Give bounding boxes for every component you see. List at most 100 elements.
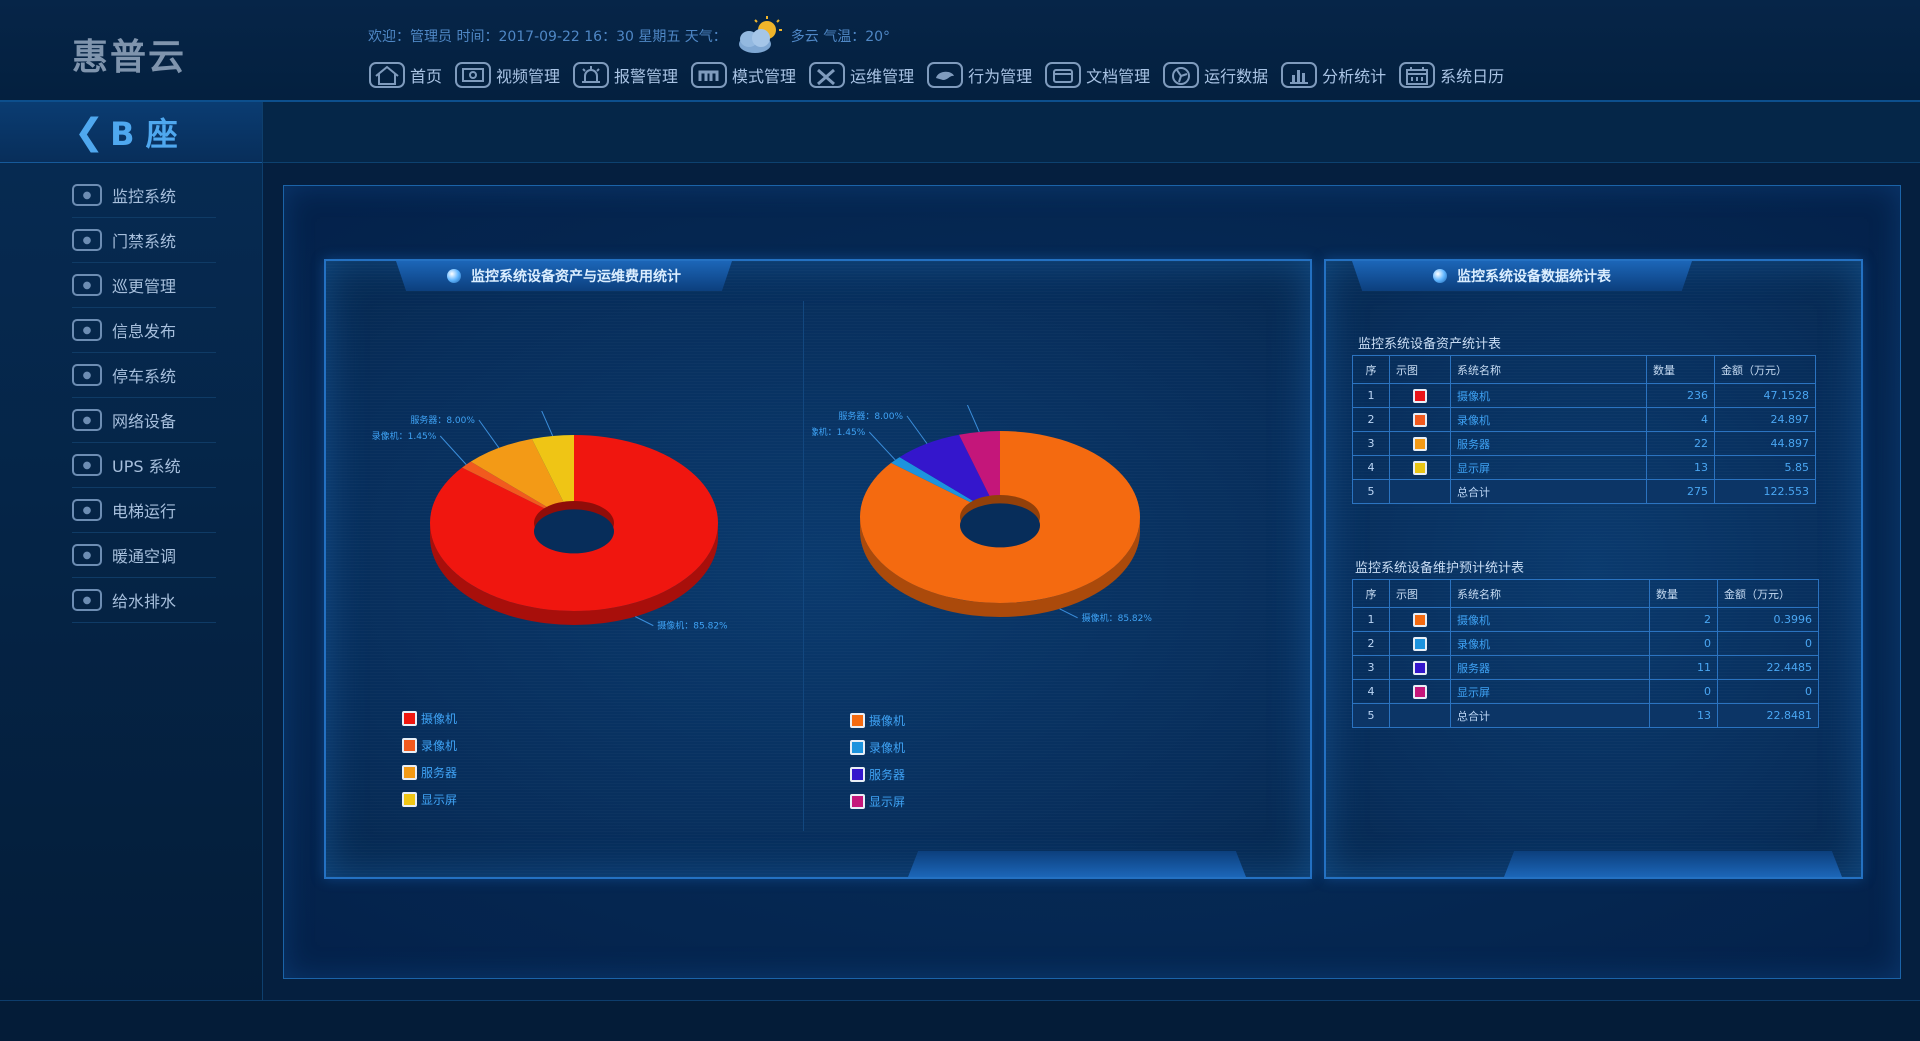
sidebar-item-label: 给水排水 <box>112 592 177 611</box>
main-nav: 首页 视频管理 报警管理 模式管理 运维管理 行为管理 文档管理 运行数据 分析统计 系统日历 <box>368 60 1504 90</box>
document-icon <box>1045 62 1082 88</box>
table-row: 1 摄像机 2 0.3996 <box>1352 607 1819 632</box>
row-seq: 1 <box>1352 607 1390 632</box>
table-row: 2 录像机 0 0 <box>1352 631 1819 656</box>
nav-item-8[interactable]: 分析统计 <box>1280 60 1386 90</box>
panel-title: 监控系统设备数据统计表 <box>1457 269 1611 285</box>
panel-title: 监控系统设备资产与运维费用统计 <box>471 269 681 285</box>
sidebar-item-label: 暖通空调 <box>112 547 177 566</box>
row-amount: 22.4485 <box>1717 655 1819 680</box>
row-amount: 44.897 <box>1714 431 1816 456</box>
legend-item: 录像机 <box>850 734 905 761</box>
tools-icon <box>809 62 846 88</box>
row-amount: 0 <box>1717 679 1819 704</box>
row-name: 服务器 <box>1450 655 1650 680</box>
asset-chart-panel: 监控系统设备资产与运维费用统计 摄像机：85.82% 录像机：1.45% 服务器：8… <box>324 259 1312 879</box>
asset-legend: 摄像机 录像机 服务器 显示屏 <box>402 705 457 813</box>
sidebar-item-3[interactable]: ● 信息发布 <box>72 308 216 353</box>
color-swatch <box>1413 436 1427 451</box>
nav-item-4[interactable]: 运维管理 <box>808 60 914 90</box>
row-seq: 5 <box>1352 479 1390 504</box>
sidebar-item-5[interactable]: ● 网络设备 <box>72 398 216 443</box>
row-amount: 22.8481 <box>1717 703 1819 728</box>
row-seq: 5 <box>1352 703 1390 728</box>
toolbar-strip <box>263 102 1920 163</box>
sidebar-item-2[interactable]: ● 巡更管理 <box>72 263 216 308</box>
status-line: 欢迎：管理员 时间：2017-09-22 16：30 星期五 天气： 多云 气温… <box>368 16 890 56</box>
label-leader-line <box>1059 608 1078 619</box>
panel-foot <box>908 851 1246 877</box>
color-swatch <box>1413 636 1427 651</box>
nav-item-5[interactable]: 行为管理 <box>926 60 1032 90</box>
sidebar-item-label: 监控系统 <box>112 187 177 206</box>
row-swatch-cell <box>1389 679 1451 704</box>
building-title[interactable]: ❮ B 座 <box>0 102 262 163</box>
nav-label: 系统日历 <box>1440 67 1505 86</box>
legend-label: 录像机 <box>869 741 906 755</box>
table-header-row: 序示图 系统名称 数量 金额（万元） <box>1352 355 1816 384</box>
sidebar-item-8[interactable]: ● 暖通空调 <box>72 533 216 578</box>
row-swatch-cell <box>1389 479 1451 504</box>
legend-label: 摄像机 <box>869 714 906 728</box>
nav-item-9[interactable]: 系统日历 <box>1398 60 1504 90</box>
row-seq: 4 <box>1352 455 1390 480</box>
row-amount: 122.553 <box>1714 479 1816 504</box>
nav-item-3[interactable]: 模式管理 <box>690 60 796 90</box>
maintenance-legend: 摄像机 录像机 服务器 显示屏 <box>850 707 905 815</box>
data-label: 服务器：8.00% <box>838 410 903 422</box>
sidebar-item-6[interactable]: ● UPS 系统 <box>72 443 216 488</box>
access-icon: ● <box>72 229 102 251</box>
row-name: 录像机 <box>1450 407 1647 432</box>
sidebar-item-1[interactable]: ● 门禁系统 <box>72 218 216 263</box>
welcome-text: 欢迎：管理员 时间：2017-09-22 16：30 星期五 天气： <box>368 29 727 45</box>
panel-tab: 监控系统设备资产与运维费用统计 <box>396 261 732 291</box>
legend-swatch <box>850 740 865 755</box>
legend-label: 显示屏 <box>869 795 906 809</box>
sidebar-item-0[interactable]: ● 监控系统 <box>72 173 216 218</box>
maintenance-table-title: 监控系统设备维护预计统计表 <box>1355 561 1525 576</box>
sidebar-item-4[interactable]: ● 停车系统 <box>72 353 216 398</box>
sidebar-item-label: 停车系统 <box>112 367 177 386</box>
legend-item: 摄像机 <box>402 705 457 732</box>
weather-text: 多云 气温：20° <box>790 29 891 45</box>
color-swatch <box>1413 388 1427 403</box>
nav-item-7[interactable]: 运行数据 <box>1162 60 1268 90</box>
row-seq: 2 <box>1352 631 1390 656</box>
nav-item-0[interactable]: 首页 <box>368 60 442 90</box>
nav-item-1[interactable]: 视频管理 <box>454 60 560 90</box>
nav-item-2[interactable]: 报警管理 <box>572 60 678 90</box>
globe-icon: ● <box>72 409 102 431</box>
column-header: 系统名称 <box>1450 355 1647 384</box>
label-leader-line <box>541 411 554 437</box>
column-header: 序 <box>1352 579 1390 608</box>
column-header: 数量 <box>1649 579 1718 608</box>
row-name: 显示屏 <box>1450 455 1647 480</box>
row-amount: 47.1528 <box>1714 383 1816 408</box>
row-qty: 0 <box>1649 631 1718 656</box>
orb-icon <box>447 269 461 283</box>
row-name: 摄像机 <box>1450 383 1647 408</box>
legend-label: 服务器 <box>421 766 458 780</box>
row-qty: 13 <box>1649 703 1718 728</box>
table-row: 3 服务器 11 22.4485 <box>1352 655 1819 680</box>
row-swatch-cell <box>1389 631 1451 656</box>
ups-icon: ● <box>72 454 102 476</box>
status-bar <box>0 1000 1920 1041</box>
stats-table-panel: 监控系统设备数据统计表 监控系统设备资产统计表 序示图 系统名称 数量 金额（万元） 1… <box>1324 259 1863 879</box>
nav-label: 报警管理 <box>614 67 679 86</box>
sidebar-item-label: 电梯运行 <box>112 502 177 521</box>
sidebar-item-9[interactable]: ● 给水排水 <box>72 578 216 623</box>
sidebar-item-7[interactable]: ● 电梯运行 <box>72 488 216 533</box>
mode-icon <box>691 62 728 88</box>
legend-label: 显示屏 <box>421 793 458 807</box>
header: 惠普云 欢迎：管理员 时间：2017-09-22 16：30 星期五 天气： 多… <box>0 0 1920 102</box>
row-swatch-cell <box>1389 407 1451 432</box>
color-swatch <box>1413 412 1427 427</box>
nav-label: 运维管理 <box>850 67 915 86</box>
label-leader-line <box>906 415 928 444</box>
home-icon <box>369 62 405 88</box>
nav-item-6[interactable]: 文档管理 <box>1044 60 1150 90</box>
chevron-left-icon[interactable]: ❮ <box>74 112 104 153</box>
label-leader-line <box>635 616 654 627</box>
row-qty: 0 <box>1649 679 1718 704</box>
